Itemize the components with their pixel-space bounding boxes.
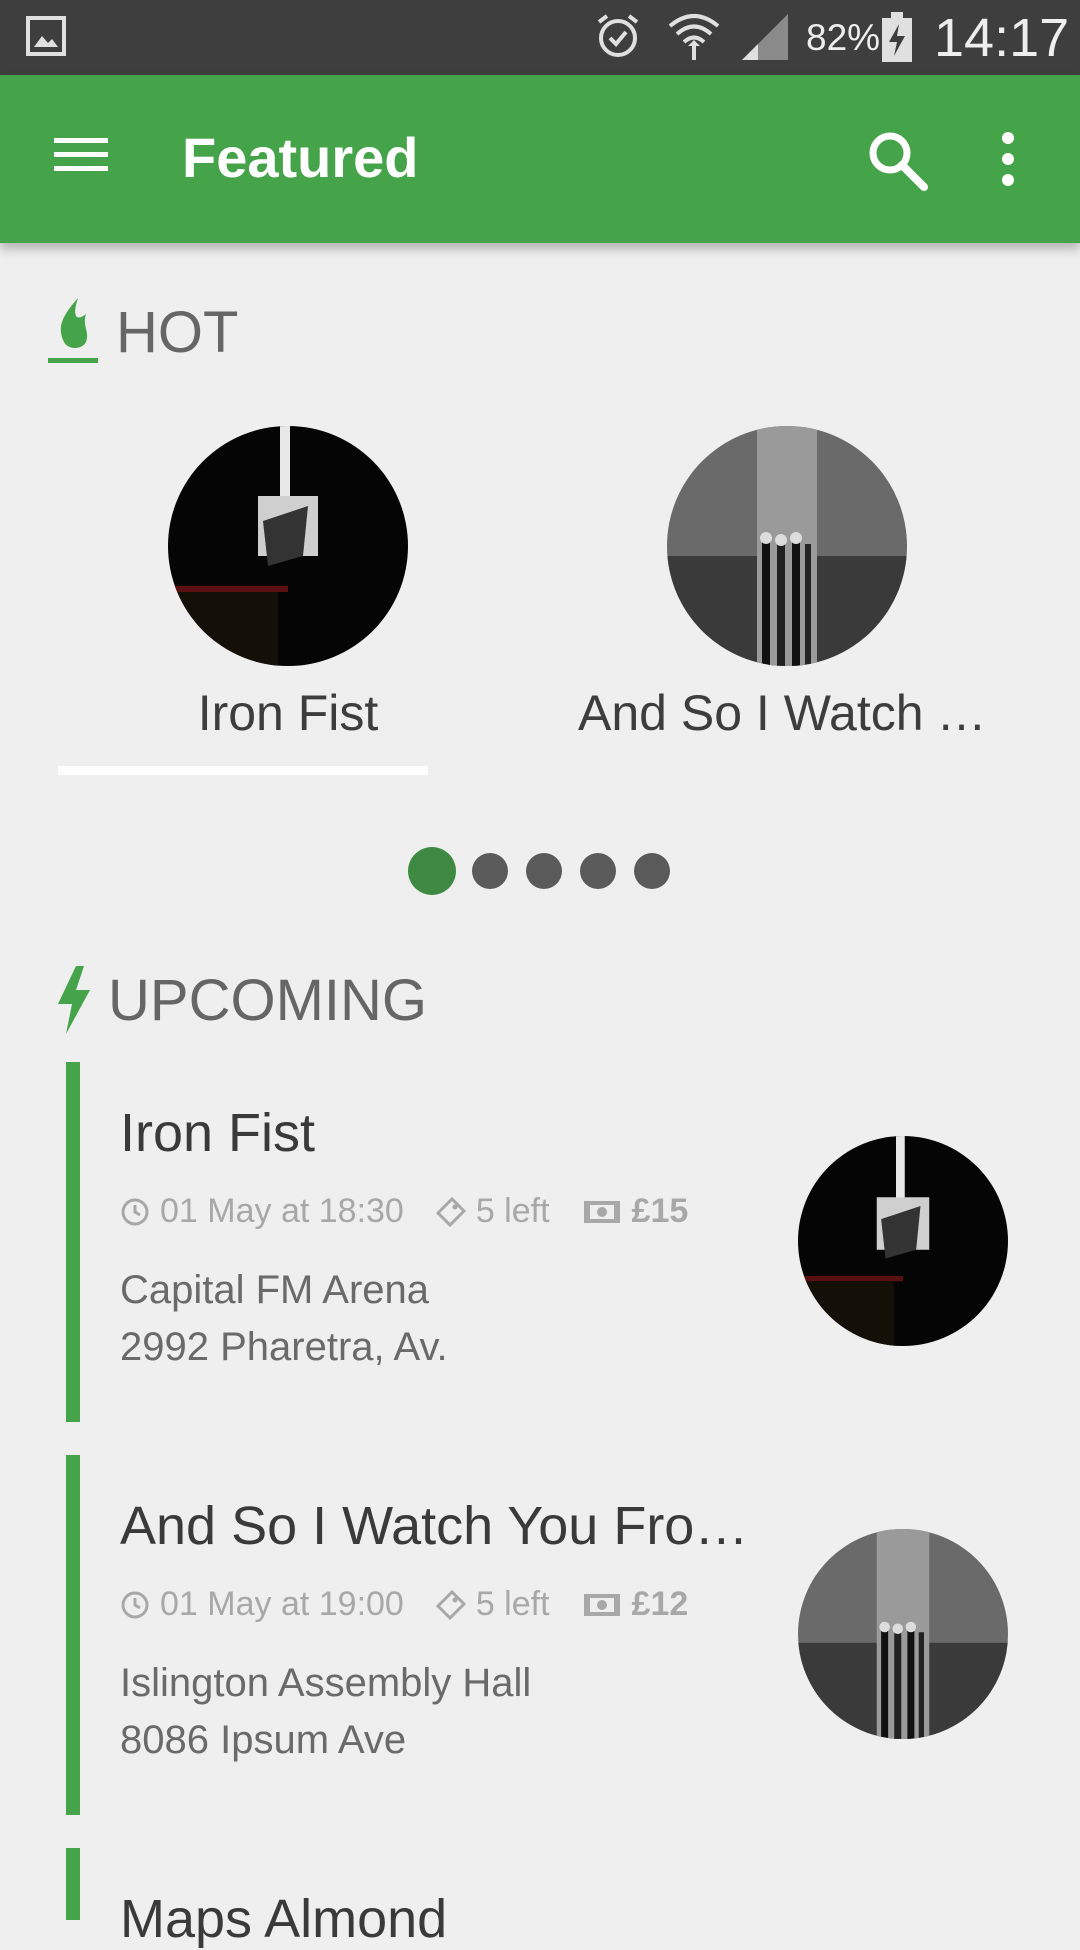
pager-dot-3[interactable] [526,853,562,889]
clock-icon [121,1591,149,1618]
lightning-icon [58,966,90,1034]
page-title: Featured [182,126,419,189]
event-meta: 01 May at 19:00 5 left £12 [120,1585,720,1624]
signal-icon [742,14,788,60]
ticket-icon [435,1196,466,1227]
battery-charging-icon [882,12,912,62]
event-card[interactable]: And So I Watch You From Afar 01 May at 1… [66,1455,1080,1815]
event-address: 8086 Ipsum Ave [120,1718,407,1762]
event-card[interactable]: Iron Fist 01 May at 18:30 5 left £15 Cap… [66,1062,1080,1422]
pager-dot-2[interactable] [472,853,508,889]
image-icon [26,16,66,56]
app-bar: Featured [0,75,1080,243]
event-venue: Capital FM Arena 2992 Pharetra, Av. [120,1262,448,1376]
more-vert-icon[interactable] [990,129,1026,189]
event-tickets-left: 5 left [475,1585,550,1623]
upcoming-section-header: UPCOMING [54,964,427,1036]
hot-item-image [168,426,408,666]
event-tickets-left: 5 left [475,1192,550,1230]
event-title: Maps Almond [120,1889,448,1949]
hot-item-and-so-i-watch[interactable]: And So I Watch You From Afar [578,426,996,742]
wifi-icon [668,14,720,60]
menu-icon[interactable] [48,130,114,180]
event-thumbnail [798,1529,1008,1739]
event-accent-bar [66,1455,80,1815]
search-icon[interactable] [864,127,932,195]
hot-item-image [667,426,907,666]
event-meta: 01 May at 18:30 5 left £15 [120,1192,720,1231]
event-venue-name: Islington Assembly Hall [120,1661,532,1705]
ticket-icon [435,1589,466,1620]
event-datetime: 01 May at 19:00 [160,1585,404,1623]
event-venue-name: Capital FM Arena [120,1268,430,1312]
hot-item-iron-fist[interactable]: Iron Fist [158,426,418,742]
hot-item-name: Iron Fist [197,685,379,741]
event-datetime: 01 May at 18:30 [160,1192,404,1230]
event-accent-bar [66,1062,80,1422]
event-price: £12 [631,1585,689,1623]
event-venue: Islington Assembly Hall 8086 Ipsum Ave [120,1655,531,1769]
event-title: And So I Watch You From Afar [120,1496,790,1556]
hot-heading: HOT [116,299,239,365]
flame-icon [48,298,98,363]
hot-section-header: HOT [46,296,238,368]
money-icon [583,1200,620,1223]
event-address: 2992 Pharetra, Av. [120,1325,448,1369]
hot-selection-indicator [58,766,428,775]
pager-dot-4[interactable] [580,853,616,889]
hot-item-name: And So I Watch You From Afar [578,685,996,741]
event-price: £15 [631,1192,689,1230]
alarm-icon [597,14,639,57]
clock-icon [121,1198,149,1225]
money-icon [583,1593,620,1616]
upcoming-heading: UPCOMING [108,967,427,1033]
status-clock: 14:17 [934,8,1070,68]
pager-dot-5[interactable] [634,853,670,889]
event-title: Iron Fist [120,1103,316,1163]
battery-percentage: 82% [806,17,881,58]
event-accent-bar [66,1848,80,1920]
carousel-pager[interactable] [408,847,688,895]
status-bar: 82% 14:17 [0,0,1080,75]
pager-dot-1[interactable] [408,847,456,895]
event-thumbnail [798,1136,1008,1346]
